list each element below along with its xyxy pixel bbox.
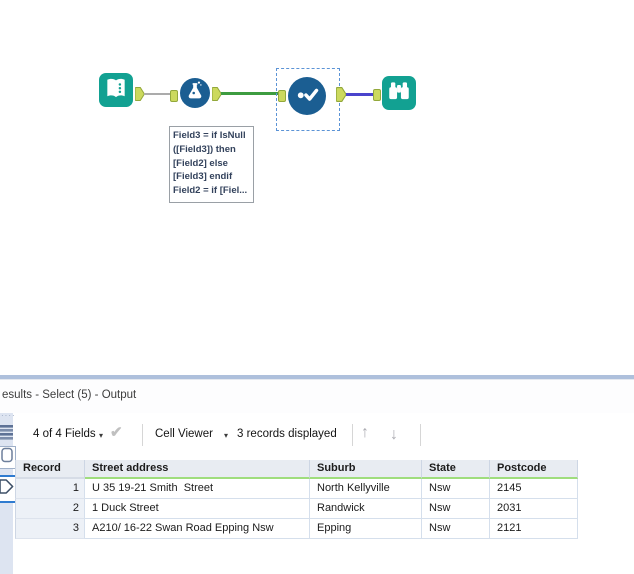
cell-state[interactable]: Nsw xyxy=(422,519,490,539)
chevron-down-icon[interactable]: ▾ xyxy=(224,431,228,440)
chevron-down-icon[interactable]: ▾ xyxy=(99,431,103,440)
table-row: 2 1 Duck Street Randwick Nsw 2031 xyxy=(15,499,578,519)
input-anchor[interactable] xyxy=(373,88,381,106)
cell-postcode[interactable]: 2145 xyxy=(490,479,578,499)
output-anchor[interactable] xyxy=(135,87,145,106)
input-anchor[interactable] xyxy=(278,89,286,107)
table-row: 1 U 35 19-21 Smith Street North Kellyvil… xyxy=(15,479,578,499)
records-displayed-label: 3 records displayed xyxy=(237,428,337,440)
output-anchor-icon xyxy=(0,477,14,501)
binoculars-browse-icon xyxy=(386,78,412,109)
drag-handle-dots[interactable]: ···· xyxy=(1,411,16,420)
connection-wire[interactable] xyxy=(221,92,278,95)
results-panel-titlebar: esults - Select (5) - Output xyxy=(0,380,634,413)
toolbar-separator xyxy=(142,424,143,446)
input-anchor-icon xyxy=(1,447,13,468)
toolbar-separator xyxy=(420,424,421,446)
cell-state[interactable]: Nsw xyxy=(422,479,490,499)
column-header-street-address[interactable]: Street address xyxy=(85,460,310,479)
workflow-canvas[interactable]: Field3 = if IsNull ([Field3]) then [Fiel… xyxy=(0,0,634,375)
book-input-icon xyxy=(103,75,129,106)
toolbar-separator xyxy=(352,424,353,446)
table-header-row: Record Street address Suburb State Postc… xyxy=(15,460,578,479)
cell-postcode[interactable]: 2121 xyxy=(490,519,578,539)
column-header-record[interactable]: Record xyxy=(15,460,85,479)
cell-record[interactable]: 2 xyxy=(15,499,85,519)
results-table: Record Street address Suburb State Postc… xyxy=(15,460,578,539)
data-grid-icon[interactable] xyxy=(0,421,18,443)
cell-viewer-dropdown[interactable]: Cell Viewer xyxy=(155,428,213,440)
check-select-icon xyxy=(294,80,321,112)
input-data-tool[interactable] xyxy=(99,73,133,107)
cell-record[interactable]: 1 xyxy=(15,479,85,499)
input-anchor[interactable] xyxy=(170,89,178,107)
column-header-state[interactable]: State xyxy=(422,460,490,479)
column-header-postcode[interactable]: Postcode xyxy=(490,460,578,479)
arrow-down-icon[interactable]: ↓ xyxy=(390,426,398,444)
fields-dropdown[interactable]: 4 of 4 Fields xyxy=(33,428,96,440)
table-row: 3 A210/ 16-22 Swan Road Epping Nsw Eppin… xyxy=(15,519,578,539)
apply-checkmark-icon[interactable]: ✔ xyxy=(110,423,123,441)
cell-postcode[interactable]: 2031 xyxy=(490,499,578,519)
cell-suburb[interactable]: Randwick xyxy=(310,499,422,519)
browse-tool[interactable] xyxy=(382,76,416,110)
select-tool[interactable] xyxy=(288,77,326,115)
arrow-up-icon[interactable]: ↑ xyxy=(361,424,369,442)
cell-street-address[interactable]: U 35 19-21 Smith Street xyxy=(85,479,310,499)
cell-suburb[interactable]: Epping xyxy=(310,519,422,539)
flask-formula-icon xyxy=(184,80,206,107)
cell-state[interactable]: Nsw xyxy=(422,499,490,519)
connection-wire[interactable] xyxy=(346,93,374,96)
formula-tool[interactable] xyxy=(180,78,210,108)
output-anchor[interactable] xyxy=(336,87,347,107)
cell-record[interactable]: 3 xyxy=(15,519,85,539)
input-anchor-button[interactable] xyxy=(0,446,16,469)
results-panel-title: esults - Select (5) - Output xyxy=(2,389,136,401)
cell-street-address[interactable]: 1 Duck Street xyxy=(85,499,310,519)
formula-annotation[interactable]: Field3 = if IsNull ([Field3]) then [Fiel… xyxy=(169,126,254,203)
column-header-suburb[interactable]: Suburb xyxy=(310,460,422,479)
alteryx-window: Field3 = if IsNull ([Field3]) then [Fiel… xyxy=(0,0,634,574)
cell-suburb[interactable]: North Kellyville xyxy=(310,479,422,499)
cell-street-address[interactable]: A210/ 16-22 Swan Road Epping Nsw xyxy=(85,519,310,539)
connection-wire[interactable] xyxy=(144,93,171,95)
output-anchor[interactable] xyxy=(212,87,222,106)
